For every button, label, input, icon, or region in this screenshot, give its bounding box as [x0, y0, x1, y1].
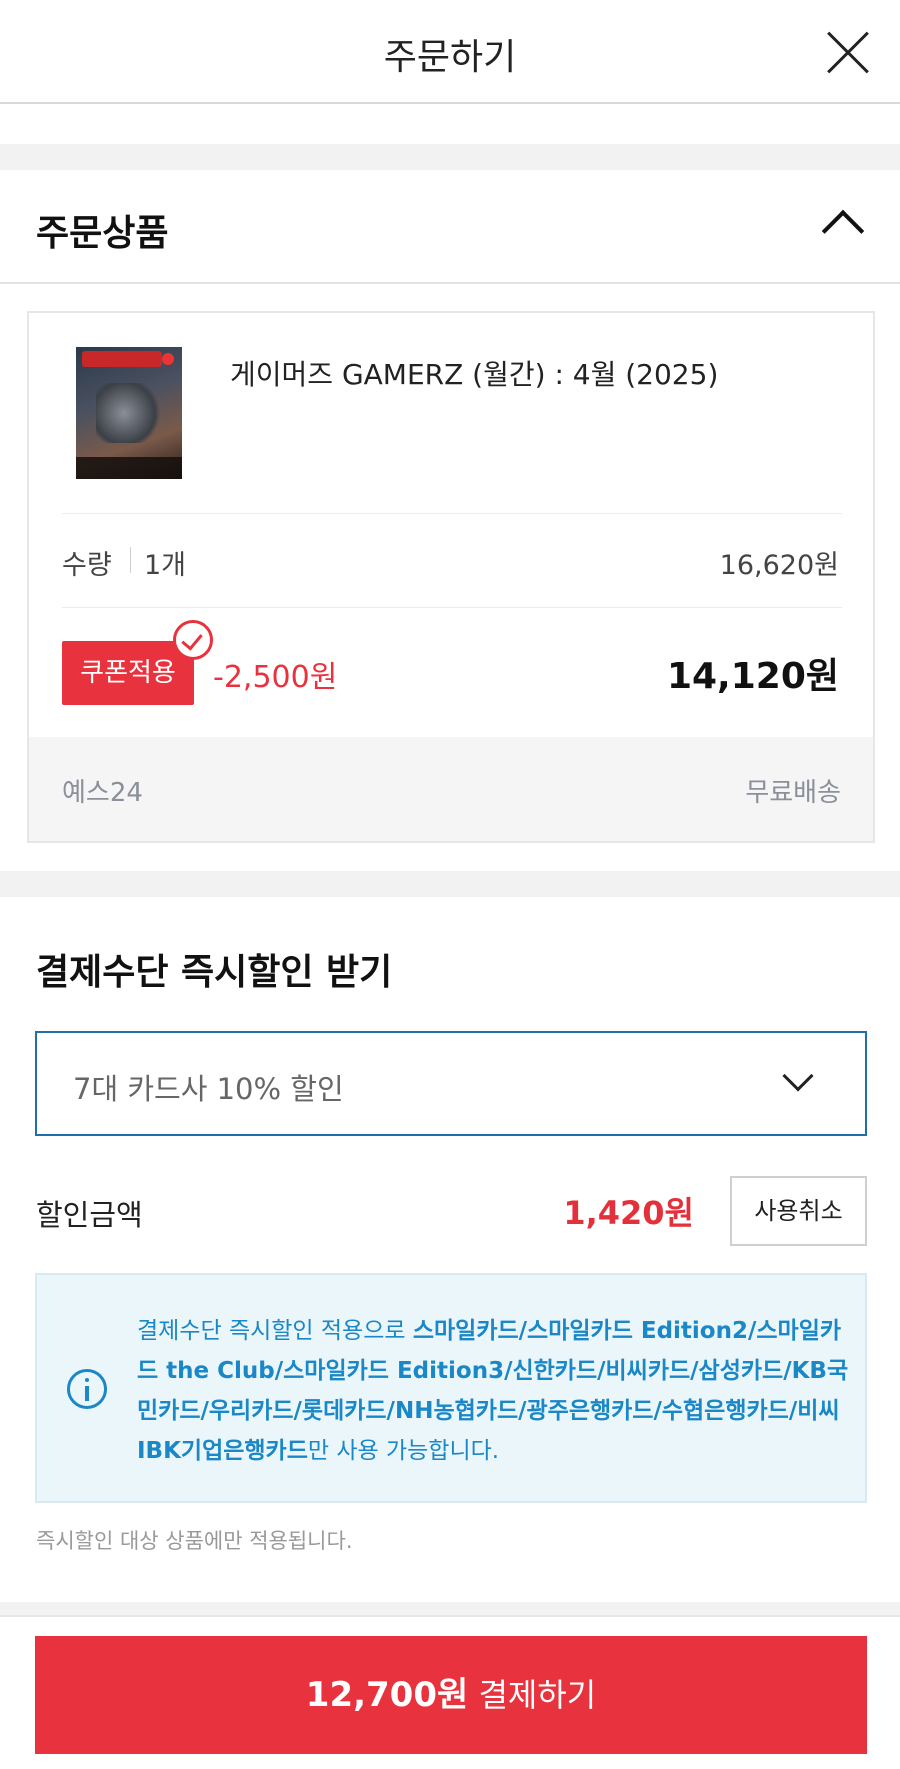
- divider: [62, 607, 842, 608]
- order-items-title: 주문상품: [36, 213, 169, 254]
- pay-amount: 12,700원: [305, 1675, 469, 1715]
- header: 주문하기: [0, 0, 900, 104]
- discount-amount-label: 할인금액: [36, 1198, 143, 1232]
- product-name[interactable]: 게이머즈 GAMERZ (월간) : 4월 (2025): [230, 353, 718, 393]
- info-suffix: 만 사용 가능합니다.: [307, 1438, 500, 1464]
- chevron-up-icon[interactable]: [821, 209, 865, 253]
- pay-button[interactable]: 12,700원 결제하기: [35, 1636, 867, 1754]
- footnote: 즉시할인 대상 상품에만 적용됩니다.: [36, 1529, 353, 1553]
- divider: [130, 547, 131, 573]
- cancel-discount-button[interactable]: 사용취소: [730, 1176, 867, 1246]
- card-discount-select[interactable]: 7대 카드사 10% 할인: [35, 1031, 867, 1136]
- info-prefix: 결제수단 즉시할인 적용으로: [137, 1318, 413, 1344]
- card-discount-selected: 7대 카드사 10% 할인: [73, 1072, 344, 1106]
- payment-discount-title: 결제수단 즉시할인 받기: [36, 952, 393, 993]
- close-icon[interactable]: [826, 30, 870, 74]
- order-items-header[interactable]: 주문상품: [0, 170, 900, 284]
- seller-name: 예스24: [62, 778, 143, 808]
- coupon-badge[interactable]: 쿠폰적용: [62, 641, 194, 705]
- product-card: 게이머즈 GAMERZ (월간) : 4월 (2025) 수량 1개 16,62…: [27, 311, 875, 843]
- section-spacer: [0, 144, 900, 170]
- unit-price: 16,620원: [719, 550, 839, 581]
- divider: [62, 513, 842, 514]
- page-title: 주문하기: [383, 37, 517, 78]
- quantity-label: 수량: [62, 550, 112, 581]
- card-info-box: 결제수단 즉시할인 적용으로 스마일카드/스마일카드 Edition2/스마일카…: [35, 1273, 867, 1503]
- footer: 12,700원 결제하기: [0, 1615, 900, 1769]
- check-circle-icon: [173, 620, 213, 660]
- seller-row: 예스24 무료배송: [29, 737, 873, 841]
- section-spacer: [0, 1602, 900, 1615]
- quantity-value: 1개: [144, 550, 187, 581]
- card-info-text: 결제수단 즉시할인 적용으로 스마일카드/스마일카드 Edition2/스마일카…: [137, 1311, 857, 1471]
- product-cover-image[interactable]: [76, 347, 182, 479]
- pay-label: 결제하기: [468, 1676, 597, 1714]
- info-icon: [67, 1369, 107, 1409]
- discount-amount: 1,420원: [563, 1194, 694, 1232]
- coupon-discount: -2,500원: [213, 660, 338, 695]
- chevron-down-icon: [782, 1060, 814, 1092]
- final-price: 14,120원: [666, 656, 839, 697]
- section-spacer: [0, 871, 900, 897]
- shipping-info: 무료배송: [745, 778, 841, 808]
